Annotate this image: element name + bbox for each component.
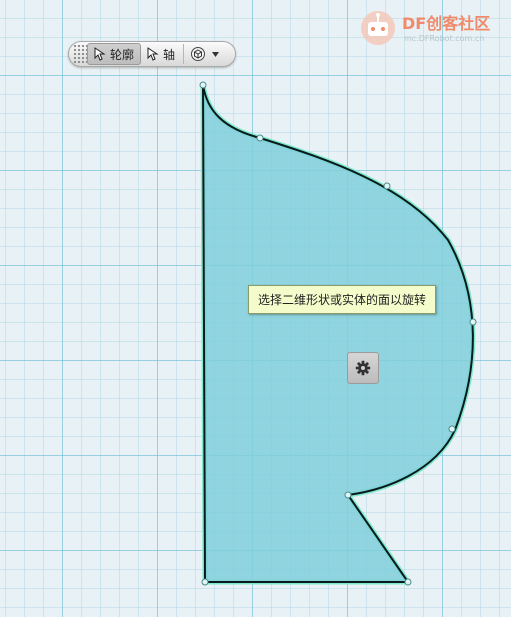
dropdown-arrow-icon [212, 51, 220, 57]
brand-watermark: DF创客社区 mc.DFRobot.com.cn [358, 6, 508, 50]
view-cube-icon [191, 47, 206, 61]
robot-logo-icon [361, 11, 395, 45]
control-point[interactable] [383, 182, 391, 190]
axis-button-label: 轴 [163, 47, 176, 62]
control-point[interactable] [201, 578, 209, 586]
view-options-button[interactable] [186, 43, 227, 65]
pointer-icon [94, 47, 106, 61]
control-point[interactable] [256, 134, 264, 142]
control-point[interactable] [448, 425, 456, 433]
control-point[interactable] [469, 318, 477, 326]
profile-shape[interactable] [202, 84, 474, 583]
revolve-hint-tooltip: 选择二维形状或实体的面以旋转 [248, 285, 437, 314]
gear-icon [355, 360, 371, 376]
revolve-toolbar: 轮廓 轴 [68, 41, 236, 67]
toolbar-divider [183, 44, 185, 64]
axis-button[interactable]: 轴 [141, 43, 181, 65]
settings-button[interactable] [347, 352, 379, 384]
toolbar-grip-handle[interactable] [73, 44, 87, 64]
control-point[interactable] [404, 578, 412, 586]
profile-button[interactable]: 轮廓 [87, 43, 142, 65]
control-point[interactable] [199, 81, 207, 89]
brand-site: mc.DFRobot.com.cn [404, 34, 485, 43]
tooltip-text: 选择二维形状或实体的面以旋转 [258, 293, 427, 307]
profile-button-label: 轮廓 [110, 47, 135, 62]
brand-name: DF创客社区 [402, 14, 491, 33]
control-point[interactable] [344, 491, 352, 499]
pointer-icon [147, 47, 159, 61]
